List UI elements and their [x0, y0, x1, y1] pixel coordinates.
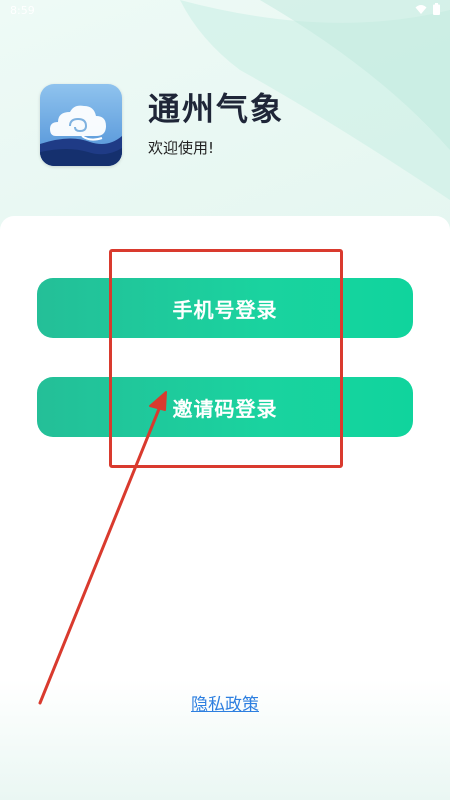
- battery-icon: [433, 3, 440, 15]
- welcome-text: 欢迎使用!: [148, 139, 215, 158]
- phone-login-button[interactable]: 手机号登录: [37, 278, 413, 338]
- status-bar: 8:59: [0, 0, 450, 22]
- invite-code-login-button[interactable]: 邀请码登录: [37, 377, 413, 437]
- status-icons: [415, 3, 440, 15]
- app-logo: [40, 84, 122, 166]
- app-titles: 通州气象 欢迎使用!: [148, 89, 285, 158]
- wifi-icon: [415, 4, 427, 14]
- app-title: 通州气象: [148, 89, 285, 128]
- app-header: 通州气象 欢迎使用!: [40, 84, 284, 166]
- cloud-logo-icon: [40, 84, 122, 166]
- privacy-policy-link[interactable]: 隐私政策: [0, 690, 450, 715]
- status-time: 8:59: [10, 4, 35, 17]
